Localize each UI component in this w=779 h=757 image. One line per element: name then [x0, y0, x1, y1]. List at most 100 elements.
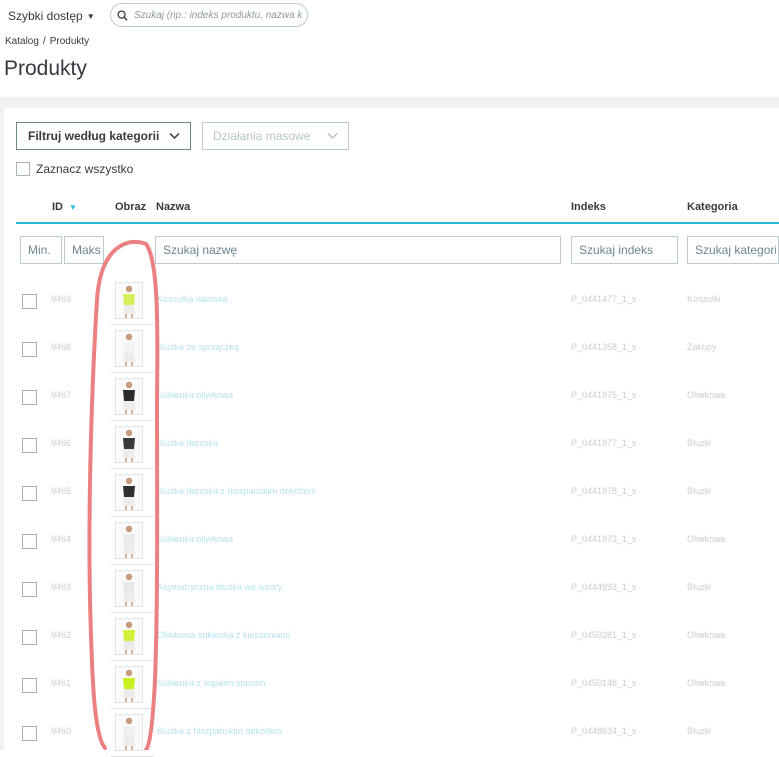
product-thumbnail[interactable]	[115, 474, 143, 511]
product-thumbnail-figure	[116, 523, 142, 558]
row-category: Bluzki	[687, 438, 712, 448]
row-image-cell	[111, 469, 154, 517]
row-reference: P_0444893_1_s	[571, 582, 637, 592]
column-header-reference[interactable]: Indeks	[571, 201, 606, 213]
row-image-cell	[111, 373, 154, 421]
search-input[interactable]	[132, 8, 304, 22]
row-id: 9469	[51, 294, 72, 304]
breadcrumb-catalog[interactable]: Katalog	[5, 36, 39, 47]
product-thumbnail[interactable]	[115, 618, 143, 655]
row-category: Zakupy	[687, 342, 717, 352]
table-row[interactable]: 9469 Koszulka damska P_0441477_1_s Koszulki	[16, 277, 779, 325]
row-checkbox[interactable]	[22, 582, 37, 597]
row-name-link[interactable]: Bluzka ze sprzączką	[157, 342, 239, 352]
table-row[interactable]: 9464 Sukienka oliwkowa P_0441973_1_s Oliwko…	[16, 517, 779, 565]
name-filter[interactable]	[155, 236, 561, 264]
table-row[interactable]: 9466 Bluzka damska P_0441977_1_s Bluzki	[16, 421, 779, 469]
row-checkbox[interactable]	[22, 438, 37, 453]
row-id: 9463	[51, 582, 72, 592]
row-category: Oliwkowe	[687, 534, 726, 544]
product-thumbnail-figure	[116, 715, 142, 750]
column-header-name[interactable]: Nazwa	[156, 201, 190, 213]
row-category: Bluzki	[687, 582, 712, 592]
product-thumbnail-figure	[116, 667, 142, 702]
table-row[interactable]: 9463 Asymetryczna bluzka we wzory P_044489…	[16, 565, 779, 613]
row-name-link[interactable]: Sukienka z wąskim stanem	[157, 678, 266, 688]
product-thumbnail[interactable]	[115, 426, 143, 463]
row-image-cell	[111, 277, 154, 325]
table-row[interactable]: 9462 Oliwkowa sukienka z kieszeniami P_045…	[16, 613, 779, 661]
row-reference: P_0441477_1_s	[571, 294, 637, 304]
filter-by-category-button[interactable]: Filtruj według kategorii	[16, 122, 191, 150]
product-thumbnail[interactable]	[115, 666, 143, 703]
row-checkbox[interactable]	[22, 486, 37, 501]
table-row[interactable]: 9467 Sukienka oliwkowa P_0441975_1_s Oliwko…	[16, 373, 779, 421]
chevron-down-icon	[327, 132, 338, 140]
sort-desc-icon[interactable]: ▼	[69, 203, 77, 212]
row-checkbox[interactable]	[22, 342, 37, 357]
row-category: Oliwkowe	[687, 390, 726, 400]
product-thumbnail-figure	[116, 571, 142, 606]
category-filter[interactable]	[687, 236, 779, 264]
select-all-checkbox[interactable]	[16, 162, 30, 176]
select-all[interactable]: Zaznacz wszystko	[16, 162, 133, 176]
caret-down-icon: ▼	[86, 11, 95, 21]
row-id: 9465	[51, 486, 72, 496]
quick-access-label: Szybki dostęp	[8, 9, 83, 23]
search-icon	[117, 9, 128, 21]
row-category: Bluzki	[687, 726, 712, 736]
table-row[interactable]: 9461 Sukienka z wąskim stanem P_0450148_1_…	[16, 661, 779, 709]
row-name-link[interactable]: Sukienka oliwkowa	[157, 534, 233, 544]
row-category: Oliwkowe	[687, 630, 726, 640]
row-id: 9467	[51, 390, 72, 400]
id-min-filter[interactable]	[20, 236, 62, 264]
row-reference: P_0441973_1_s	[571, 534, 637, 544]
content-top-border	[0, 97, 779, 108]
product-thumbnail[interactable]	[115, 522, 143, 559]
product-thumbnail-figure	[116, 619, 142, 654]
row-name-link[interactable]: Oliwkowa sukienka z kieszeniami	[157, 630, 290, 640]
row-checkbox[interactable]	[22, 390, 37, 405]
table-row[interactable]: 9465 Bluzka damska z hiszpańskim dekoltem…	[16, 469, 779, 517]
product-thumbnail[interactable]	[115, 282, 143, 319]
table-row[interactable]: 9468 Bluzka ze sprzączką P_0441358_1_s Zaku…	[16, 325, 779, 373]
row-name-link[interactable]: Asymetryczna bluzka we wzory	[157, 582, 282, 592]
product-thumbnail[interactable]	[115, 378, 143, 415]
product-thumbnail[interactable]	[115, 330, 143, 367]
bulk-actions-button[interactable]: Działania masowe	[202, 122, 349, 150]
bulk-actions-label: Działania masowe	[213, 129, 311, 143]
row-checkbox[interactable]	[22, 726, 37, 741]
row-name-link[interactable]: Sukienka oliwkowa	[157, 390, 233, 400]
row-id: 9461	[51, 678, 72, 688]
row-checkbox[interactable]	[22, 630, 37, 645]
row-name-link[interactable]: Bluzka damska	[157, 438, 218, 448]
quick-access-menu[interactable]: Szybki dostęp ▼	[8, 9, 95, 23]
row-id: 9460	[51, 726, 72, 736]
row-name-link[interactable]: Bluzka z hiszpańskim dekoltem	[157, 726, 282, 736]
row-name-link[interactable]: Koszulka damska	[157, 294, 228, 304]
product-thumbnail-figure	[116, 331, 142, 366]
row-checkbox[interactable]	[22, 678, 37, 693]
product-thumbnail-figure	[116, 427, 142, 462]
row-id: 9468	[51, 342, 72, 352]
row-id: 9466	[51, 438, 72, 448]
product-thumbnail[interactable]	[115, 714, 143, 751]
row-id: 9464	[51, 534, 72, 544]
row-image-cell	[111, 325, 154, 373]
row-id: 9462	[51, 630, 72, 640]
row-name-link[interactable]: Bluzka damska z hiszpańskim dekoltem	[157, 486, 316, 496]
row-reference: P_0450148_1_s	[571, 678, 637, 688]
table-header: ID ▼ Obraz Nazwa Indeks Kategoria	[16, 198, 779, 224]
row-reference: P_0448834_1_s	[571, 726, 637, 736]
column-header-category[interactable]: Kategoria	[687, 201, 738, 213]
row-checkbox[interactable]	[22, 534, 37, 549]
row-category: Koszulki	[687, 294, 721, 304]
product-thumbnail[interactable]	[115, 570, 143, 607]
row-reference: P_0441358_1_s	[571, 342, 637, 352]
breadcrumb-products[interactable]: Produkty	[50, 36, 89, 47]
column-header-id[interactable]: ID ▼	[52, 201, 77, 213]
reference-filter[interactable]	[571, 236, 678, 264]
id-max-filter[interactable]	[64, 236, 104, 264]
row-checkbox[interactable]	[22, 294, 37, 309]
header-search[interactable]	[110, 3, 308, 27]
